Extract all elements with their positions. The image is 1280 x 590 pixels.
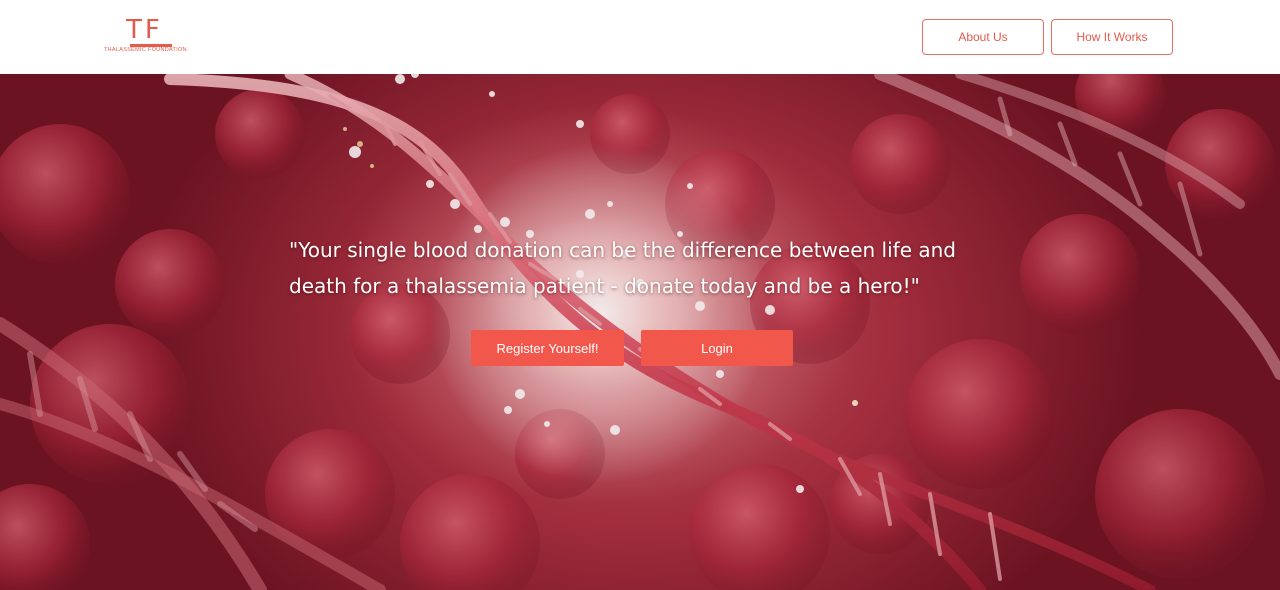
about-us-button[interactable]: About Us <box>922 19 1044 55</box>
foundation-logo[interactable]: TF THALASSEMIC FOUNDATION <box>104 16 200 56</box>
hero-quote: "Your single blood donation can be the d… <box>289 238 956 298</box>
top-navbar: TF THALASSEMIC FOUNDATION About Us How I… <box>0 0 1280 74</box>
how-it-works-button[interactable]: How It Works <box>1051 19 1173 55</box>
register-button[interactable]: Register Yourself! <box>471 330 624 366</box>
logo-mark: TF <box>126 15 163 45</box>
logo-wordmark: THALASSEMIC FOUNDATION <box>104 47 187 53</box>
hero-section: "Your single blood donation can be the d… <box>0 74 1280 590</box>
dna-blood-cells-background <box>0 74 1280 590</box>
login-button[interactable]: Login <box>641 330 793 366</box>
